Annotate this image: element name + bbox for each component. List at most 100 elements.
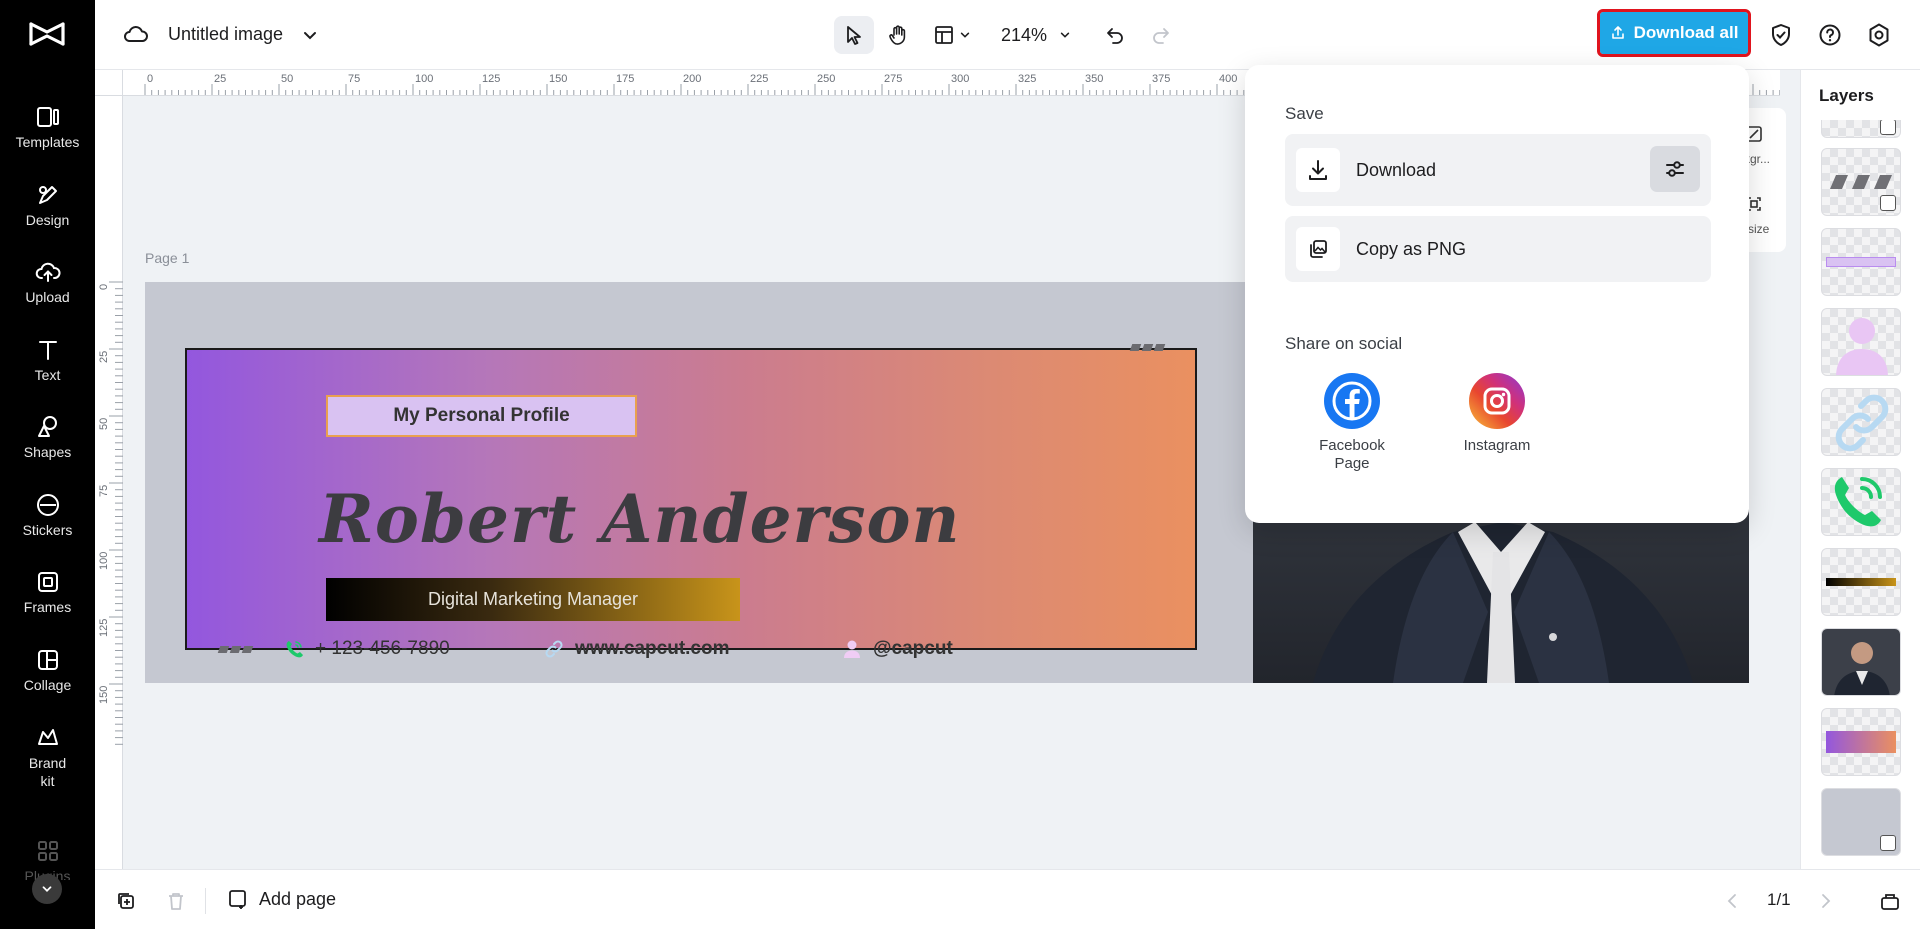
download-label: Download <box>1356 159 1437 180</box>
ruler-label: 325 <box>1018 73 1036 85</box>
download-settings-button[interactable] <box>1650 146 1700 192</box>
add-page-button[interactable]: Add page <box>227 888 336 910</box>
vertical-ruler-ticks: 0 25 50 75 100 125 150 <box>98 281 123 745</box>
ruler-corner <box>95 70 123 96</box>
redo-icon <box>1153 28 1169 44</box>
layers-title: Layers <box>1819 86 1874 105</box>
ruler-label: 75 <box>98 485 110 497</box>
sidebar-item-shapes[interactable]: Shapes <box>0 414 95 460</box>
facebook-label: Facebook Page <box>1319 437 1385 472</box>
group-icon <box>1880 120 1896 135</box>
group-icon <box>1880 195 1896 211</box>
layer-item-label-box[interactable] <box>1821 228 1901 296</box>
upload-icon <box>35 262 61 282</box>
layer-item-dashes[interactable] <box>1821 148 1901 216</box>
layer-item-phone-icon[interactable] <box>1821 468 1901 536</box>
user-icon <box>1836 318 1888 375</box>
add-page-label: Add page <box>259 888 337 909</box>
gradient-preview <box>1826 731 1896 753</box>
sidebar-item-label: Text <box>34 367 61 383</box>
layer-item-user-icon[interactable] <box>1821 308 1901 376</box>
instagram-glyph <box>1483 387 1511 415</box>
layout-dropdown-button[interactable] <box>928 16 976 54</box>
profile-label-box[interactable]: My Personal Profile <box>326 395 637 437</box>
sidebar-item-label: Templates <box>15 134 80 150</box>
next-page-icon[interactable] <box>1815 890 1837 912</box>
pages-panel-icon[interactable] <box>1879 890 1901 912</box>
download-all-button[interactable]: Download all <box>1597 9 1751 57</box>
shapes-icon <box>37 416 57 437</box>
layer-item-portrait-photo[interactable] <box>1821 628 1901 696</box>
contact-website[interactable]: www.capcut.com <box>543 638 730 660</box>
hand-tool-button[interactable] <box>878 16 918 54</box>
ruler-label: 375 <box>1152 73 1170 85</box>
copy-image-icon <box>1310 240 1327 258</box>
sidebar-item-collage[interactable]: Collage <box>0 647 95 693</box>
sidebar-item-frames[interactable]: Frames <box>0 569 95 615</box>
cloud-icon[interactable] <box>123 22 149 48</box>
share-instagram[interactable]: Instagram <box>1447 373 1547 455</box>
sidebar-item-brand-kit[interactable]: Brand kit <box>0 724 95 790</box>
profile-name[interactable]: Robert Anderson <box>319 480 961 558</box>
decorative-dashes-top[interactable] <box>1129 344 1166 351</box>
undo-button[interactable] <box>1097 16 1133 54</box>
stickers-icon <box>36 493 59 516</box>
sidebar-item-templates[interactable]: Templates <box>0 104 95 150</box>
sidebar-item-text[interactable]: Text <box>0 337 95 383</box>
document-title[interactable]: Untitled image <box>168 24 283 45</box>
decorative-dashes-bottom[interactable] <box>217 646 254 653</box>
sidebar-expand-button[interactable] <box>32 874 62 904</box>
instagram-icon <box>1469 373 1525 429</box>
ruler-label: 125 <box>98 619 110 637</box>
sidebar-item-label: Frames <box>23 599 72 615</box>
share-facebook-page[interactable]: Facebook Page <box>1302 373 1402 473</box>
layout-icon <box>935 26 953 44</box>
layer-item-background[interactable] <box>1821 788 1901 856</box>
previous-page-icon[interactable] <box>1721 890 1743 912</box>
sidebar-item-label: Brand kit <box>28 755 67 789</box>
chevron-down-icon[interactable] <box>301 26 319 44</box>
sidebar-item-upload[interactable]: Upload <box>0 259 95 305</box>
redo-button[interactable] <box>1143 16 1179 54</box>
capcut-logo[interactable] <box>28 18 66 50</box>
settings-icon[interactable] <box>1866 22 1892 48</box>
sidebar-item-stickers[interactable]: Stickers <box>0 492 95 538</box>
layer-item-gradient-banner[interactable] <box>1821 708 1901 776</box>
duplicate-page-icon[interactable] <box>115 890 137 912</box>
sliders-icon <box>1666 161 1684 177</box>
layer-item-dashes-top[interactable] <box>1821 120 1901 138</box>
user-icon <box>844 640 860 658</box>
vertical-ruler: 0 25 50 75 100 125 150 <box>95 96 123 869</box>
select-tool-button[interactable] <box>834 16 874 54</box>
role-text: Digital Marketing Manager <box>427 589 639 609</box>
contact-phone[interactable]: + 123-456-7890 <box>283 638 450 660</box>
facebook-icon <box>1324 373 1380 429</box>
share-heading: Share on social <box>1285 334 1403 353</box>
download-option[interactable]: Download <box>1285 134 1711 206</box>
zoom-level: 214% <box>1000 24 1048 45</box>
profile-label-text: My Personal Profile <box>393 405 570 426</box>
copy-as-png-option[interactable]: Copy as PNG <box>1285 216 1711 282</box>
collage-icon <box>37 650 58 670</box>
help-icon[interactable] <box>1817 22 1843 48</box>
layer-item-role-bar[interactable] <box>1821 548 1901 616</box>
sidebar-item-label: Collage <box>23 677 72 693</box>
sidebar-item-label: Stickers <box>22 522 73 538</box>
resize-tool-label: size <box>1748 222 1770 236</box>
ruler-label: 350 <box>1085 73 1103 85</box>
shield-icon[interactable] <box>1768 22 1794 48</box>
sidebar-item-label: Upload <box>25 289 70 305</box>
sidebar-item-design[interactable]: Design <box>0 182 95 228</box>
frames-icon <box>37 572 58 592</box>
role-bar[interactable]: Digital Marketing Manager <box>326 578 740 621</box>
profile-banner[interactable]: My Personal Profile Robert Anderson Digi… <box>185 344 1197 659</box>
zoom-dropdown[interactable]: 214% <box>995 16 1077 54</box>
contact-handle[interactable]: @capcut <box>841 638 953 660</box>
link-icon <box>1835 394 1889 452</box>
pointer-icon <box>847 26 861 45</box>
ruler-label: 175 <box>616 73 634 85</box>
text-icon <box>38 341 57 360</box>
layer-item-link-icon[interactable] <box>1821 388 1901 456</box>
delete-page-icon[interactable] <box>165 890 187 912</box>
copy-icon-box <box>1296 227 1340 271</box>
